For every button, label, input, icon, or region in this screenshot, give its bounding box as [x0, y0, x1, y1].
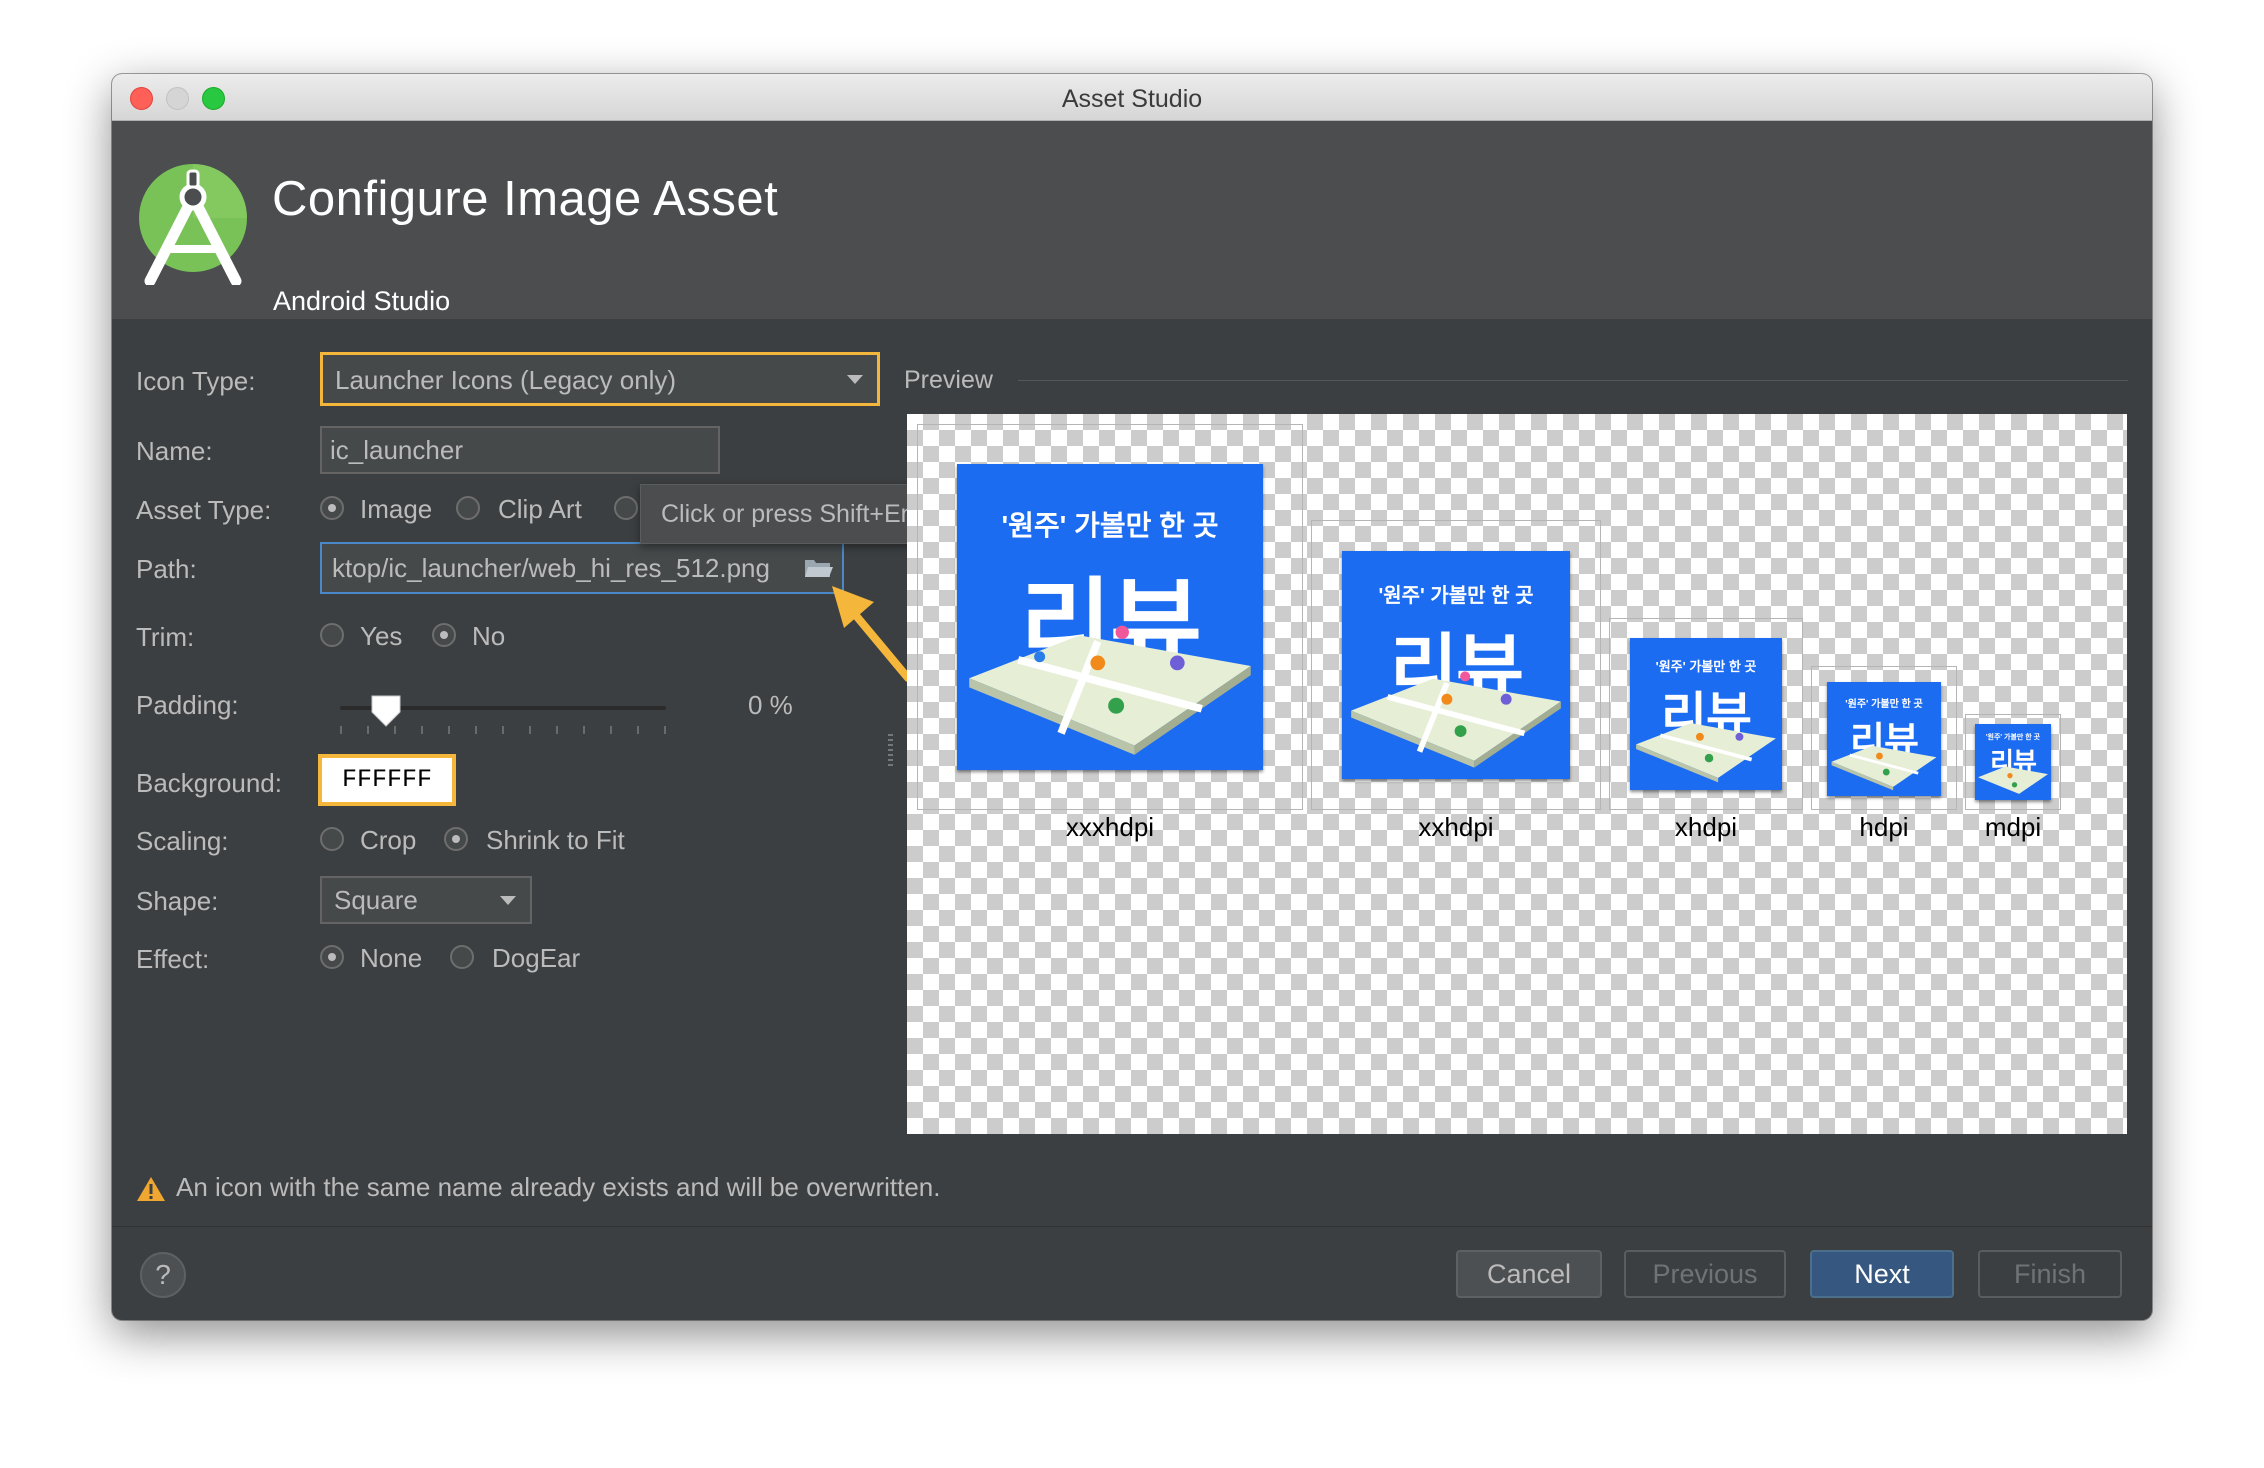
folder-browse-icon[interactable]: [804, 557, 834, 579]
icon-type-dropdown[interactable]: Launcher Icons (Legacy only): [320, 352, 880, 406]
trim-yes-label[interactable]: Yes: [360, 621, 402, 652]
preview-icon-xhdpi: '원주' 가볼만 한 곳 리뷰: [1630, 638, 1782, 790]
chevron-down-icon: [847, 375, 863, 384]
density-label-xxxhdpi: xxxhdpi: [1065, 812, 1155, 842]
scaling-shrink-label[interactable]: Shrink to Fit: [486, 825, 625, 856]
page-title: Configure Image Asset: [272, 172, 779, 226]
annotation-arrow-icon: [832, 586, 912, 682]
effect-label: Effect:: [136, 944, 210, 974]
background-label: Background:: [136, 768, 282, 798]
chevron-down-icon: [500, 896, 516, 905]
splitter-handle[interactable]: [888, 734, 893, 768]
finish-button[interactable]: Finish: [1978, 1250, 2122, 1298]
shape-dropdown[interactable]: Square: [320, 876, 532, 924]
preview-icon-mdpi: '원주' 가볼만 한 곳 리뷰: [1975, 724, 2051, 800]
overwrite-warning: An icon with the same name already exist…: [176, 1172, 941, 1202]
preview-title: Preview: [904, 366, 993, 394]
trim-yes-radio[interactable]: [320, 623, 344, 647]
tooltip-text: Click or press Shift+Enter: [661, 500, 944, 528]
footer-divider: [112, 1226, 2152, 1227]
trim-label: Trim:: [136, 622, 195, 652]
asset-studio-window: Asset Studio Configure Image Asset Andro…: [112, 74, 2152, 1320]
shape-value: Square: [334, 885, 418, 915]
title-bar: Asset Studio: [112, 74, 2152, 121]
background-color-field[interactable]: FFFFFF: [318, 754, 456, 806]
effect-dogear-label[interactable]: DogEar: [492, 943, 580, 974]
wizard-header: Configure Image Asset Android Studio: [112, 121, 2152, 319]
asset-type-clipart-radio[interactable]: [456, 496, 480, 520]
path-value: ktop/ic_launcher/web_hi_res_512.png: [332, 553, 770, 583]
trim-no-label[interactable]: No: [472, 621, 505, 652]
padding-label: Padding:: [136, 690, 239, 720]
padding-value: 0 %: [748, 690, 793, 720]
scaling-crop-radio[interactable]: [320, 827, 344, 851]
name-field[interactable]: ic_launcher: [320, 426, 720, 474]
map-illustration-icon: [1978, 766, 2048, 794]
preview-title-divider: [1018, 380, 2128, 381]
preview-icon-xxxhdpi: '원주' 가볼만 한 곳 리뷰: [957, 464, 1263, 770]
scaling-label: Scaling:: [136, 826, 229, 856]
effect-none-radio[interactable]: [320, 945, 344, 969]
next-button[interactable]: Next: [1810, 1250, 1954, 1298]
preview-icon-xxhdpi: '원주' 가볼만 한 곳 리뷰: [1342, 551, 1570, 779]
scaling-crop-label[interactable]: Crop: [360, 825, 416, 856]
scaling-shrink-radio[interactable]: [444, 827, 468, 851]
density-label-xxhdpi: xxhdpi: [1418, 812, 1494, 842]
padding-slider-thumb[interactable]: [370, 694, 402, 728]
preview-area: '원주' 가볼만 한 곳 리뷰 xxxhdpi '원주' 가볼만 한 곳 리뷰: [907, 414, 2127, 1134]
path-label: Path:: [136, 554, 197, 584]
help-button[interactable]: ?: [140, 1252, 186, 1298]
previous-button[interactable]: Previous: [1624, 1250, 1786, 1298]
cancel-button[interactable]: Cancel: [1456, 1250, 1602, 1298]
asset-type-image-label[interactable]: Image: [360, 494, 432, 525]
icon-type-value: Launcher Icons (Legacy only): [335, 365, 677, 395]
warning-icon: [137, 1177, 165, 1201]
window-title: Asset Studio: [1061, 85, 1203, 113]
map-illustration-icon: [1831, 745, 1937, 791]
page-subtitle: Android Studio: [273, 286, 451, 316]
shape-label: Shape:: [136, 886, 219, 916]
name-label: Name:: [136, 436, 213, 466]
padding-slider[interactable]: [340, 694, 666, 736]
icon-type-label: Icon Type:: [136, 366, 256, 396]
map-illustration-icon: [969, 625, 1251, 755]
asset-type-label: Asset Type:: [136, 495, 272, 525]
map-illustration-icon: [1351, 671, 1561, 768]
asset-type-image-radio[interactable]: [320, 496, 344, 520]
density-label-mdpi: mdpi: [1984, 812, 2042, 842]
effect-none-label[interactable]: None: [360, 943, 422, 974]
trim-no-radio[interactable]: [432, 623, 456, 647]
effect-dogear-radio[interactable]: [450, 945, 474, 969]
asset-type-text-radio[interactable]: [614, 496, 638, 520]
density-label-xhdpi: xhdpi: [1674, 812, 1738, 842]
path-field[interactable]: ktop/ic_launcher/web_hi_res_512.png: [320, 542, 844, 594]
density-label-hdpi: hdpi: [1859, 812, 1909, 842]
asset-type-clipart-label[interactable]: Clip Art: [498, 494, 582, 525]
android-studio-logo-icon: [139, 164, 247, 285]
preview-icon-hdpi: '원주' 가볼만 한 곳 리뷰: [1827, 682, 1941, 796]
map-illustration-icon: [1636, 723, 1776, 783]
